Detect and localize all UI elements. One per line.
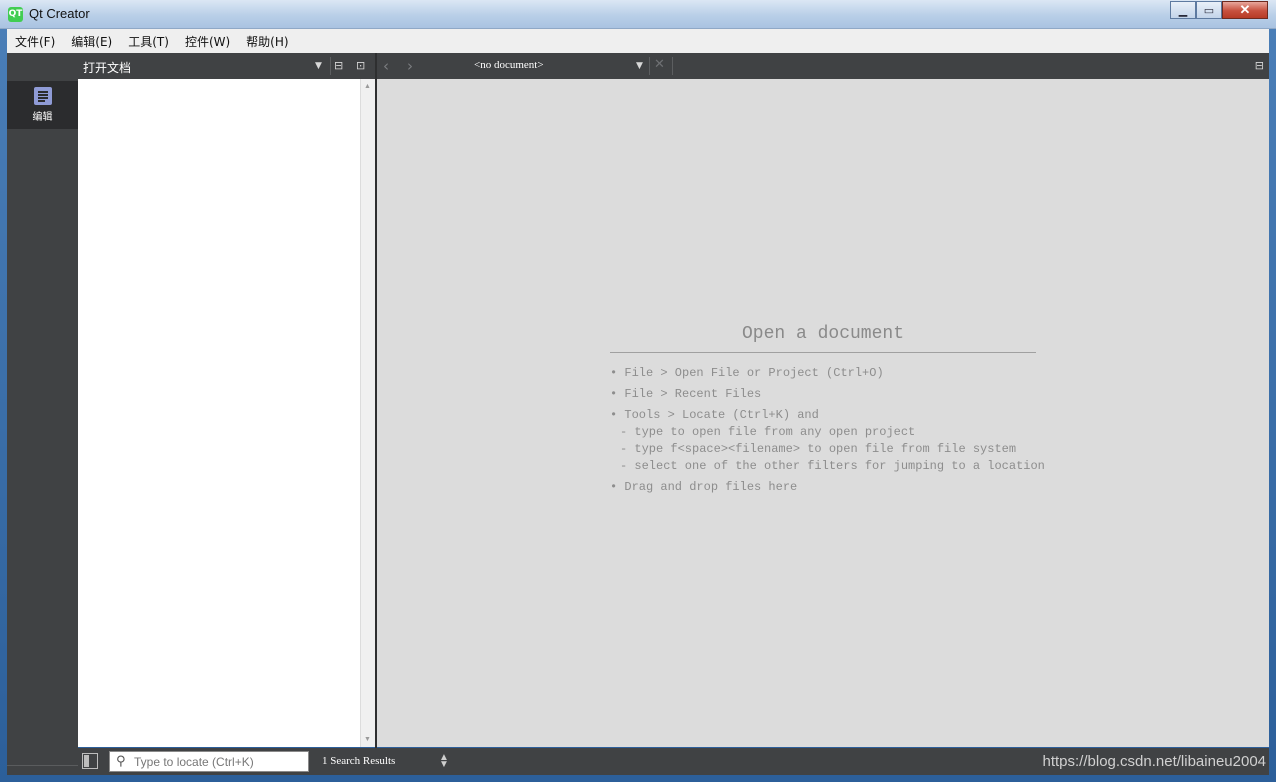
toolbar-divider-2 bbox=[672, 57, 673, 75]
locator-input[interactable] bbox=[134, 753, 306, 770]
menu-widgets[interactable]: 控件(W) bbox=[177, 33, 238, 50]
close-pane-icon[interactable]: ⊡ bbox=[356, 59, 365, 72]
forward-arrow-icon[interactable]: › bbox=[407, 57, 413, 75]
hint-drag-drop: • Drag and drop files here bbox=[610, 480, 798, 494]
status-bar: ⚲ 1 Search Results ▲▼ https://blog.csdn.… bbox=[78, 748, 1269, 775]
vertical-scrollbar[interactable]: ▲ ▼ bbox=[360, 79, 375, 747]
toolbar-divider bbox=[649, 57, 650, 75]
menu-bar: 文件(F) 编辑(E) 工具(T) 控件(W) 帮助(H) bbox=[7, 29, 1269, 53]
output-pane-updown-icon[interactable]: ▲ ▼ bbox=[439, 753, 449, 770]
sidebar-icon bbox=[84, 755, 89, 767]
scroll-down-icon[interactable]: ▼ bbox=[364, 736, 371, 743]
document-dropdown-icon[interactable]: ▼ bbox=[636, 61, 643, 71]
window-controls: ▁ ▭ ✕ bbox=[1170, 1, 1268, 21]
hint-locate: • Tools > Locate (Ctrl+K) and bbox=[610, 408, 819, 422]
search-icon: ⚲ bbox=[116, 754, 126, 769]
pane-dropdown-icon[interactable]: ▼ bbox=[315, 61, 322, 71]
open-document-hint: Open a document • File > Open File or Pr… bbox=[610, 324, 1045, 496]
hint-open-file: • File > Open File or Project (Ctrl+O) bbox=[610, 366, 884, 380]
toggle-sidebar-button[interactable] bbox=[82, 753, 98, 769]
editor-area[interactable]: Open a document • File > Open File or Pr… bbox=[377, 79, 1269, 747]
open-documents-header: 打开文档 ▼ ⊟ ⊡ bbox=[78, 53, 376, 79]
back-arrow-icon[interactable]: ‹ bbox=[383, 57, 389, 75]
menu-edit[interactable]: 编辑(E) bbox=[63, 33, 120, 50]
maximize-button[interactable]: ▭ bbox=[1196, 1, 1222, 19]
mode-edit-label: 编辑 bbox=[32, 112, 53, 123]
search-results-tab[interactable]: 1 Search Results bbox=[322, 755, 395, 767]
hint-type-open: - type to open file from any open projec… bbox=[620, 425, 916, 439]
locator-field[interactable]: ⚲ bbox=[109, 751, 309, 772]
hint-select-filter: - select one of the other filters for ju… bbox=[620, 459, 1045, 473]
mode-bar-divider bbox=[7, 765, 78, 766]
qt-logo-icon: QT bbox=[8, 7, 23, 22]
title-bar: QT Qt Creator ▁ ▭ ✕ bbox=[0, 0, 1276, 29]
edit-mode-icon bbox=[33, 87, 52, 105]
hint-recent-files: • File > Recent Files bbox=[610, 387, 762, 401]
close-icon: ✕ bbox=[1239, 2, 1251, 17]
app-window: QT Qt Creator ▁ ▭ ✕ 文件(F) 编辑(E) 工具(T) 控件… bbox=[0, 0, 1276, 782]
close-button[interactable]: ✕ bbox=[1222, 1, 1268, 19]
maximize-icon: ▭ bbox=[1203, 4, 1215, 17]
header-divider bbox=[330, 57, 331, 75]
split-editor-icon[interactable]: ⊟ bbox=[1255, 59, 1264, 72]
menu-file[interactable]: 文件(F) bbox=[7, 33, 63, 50]
minimize-icon: ▁ bbox=[1178, 4, 1188, 17]
hint-type-filename: - type f<space><filename> to open file f… bbox=[620, 442, 1017, 456]
open-documents-title[interactable]: 打开文档 bbox=[83, 59, 131, 76]
watermark-text: https://blog.csdn.net/libaineu2004 bbox=[1042, 753, 1267, 770]
document-combo[interactable]: <no document> bbox=[474, 59, 544, 71]
split-pane-icon[interactable]: ⊟ bbox=[334, 59, 343, 72]
editor-toolbar: ‹ › <no document> ▼ ✕ ⊟ bbox=[377, 53, 1269, 79]
menu-help[interactable]: 帮助(H) bbox=[238, 33, 296, 50]
scroll-up-icon[interactable]: ▲ bbox=[364, 83, 371, 90]
minimize-button[interactable]: ▁ bbox=[1170, 1, 1196, 19]
mode-bar: 编辑 bbox=[7, 53, 78, 775]
window-title: Qt Creator bbox=[29, 6, 90, 21]
open-documents-list[interactable] bbox=[78, 79, 360, 747]
welcome-title: Open a document bbox=[610, 324, 1036, 353]
mode-edit-button[interactable]: 编辑 bbox=[7, 81, 78, 129]
menu-tools[interactable]: 工具(T) bbox=[120, 33, 177, 50]
close-document-icon[interactable]: ✕ bbox=[654, 57, 665, 72]
